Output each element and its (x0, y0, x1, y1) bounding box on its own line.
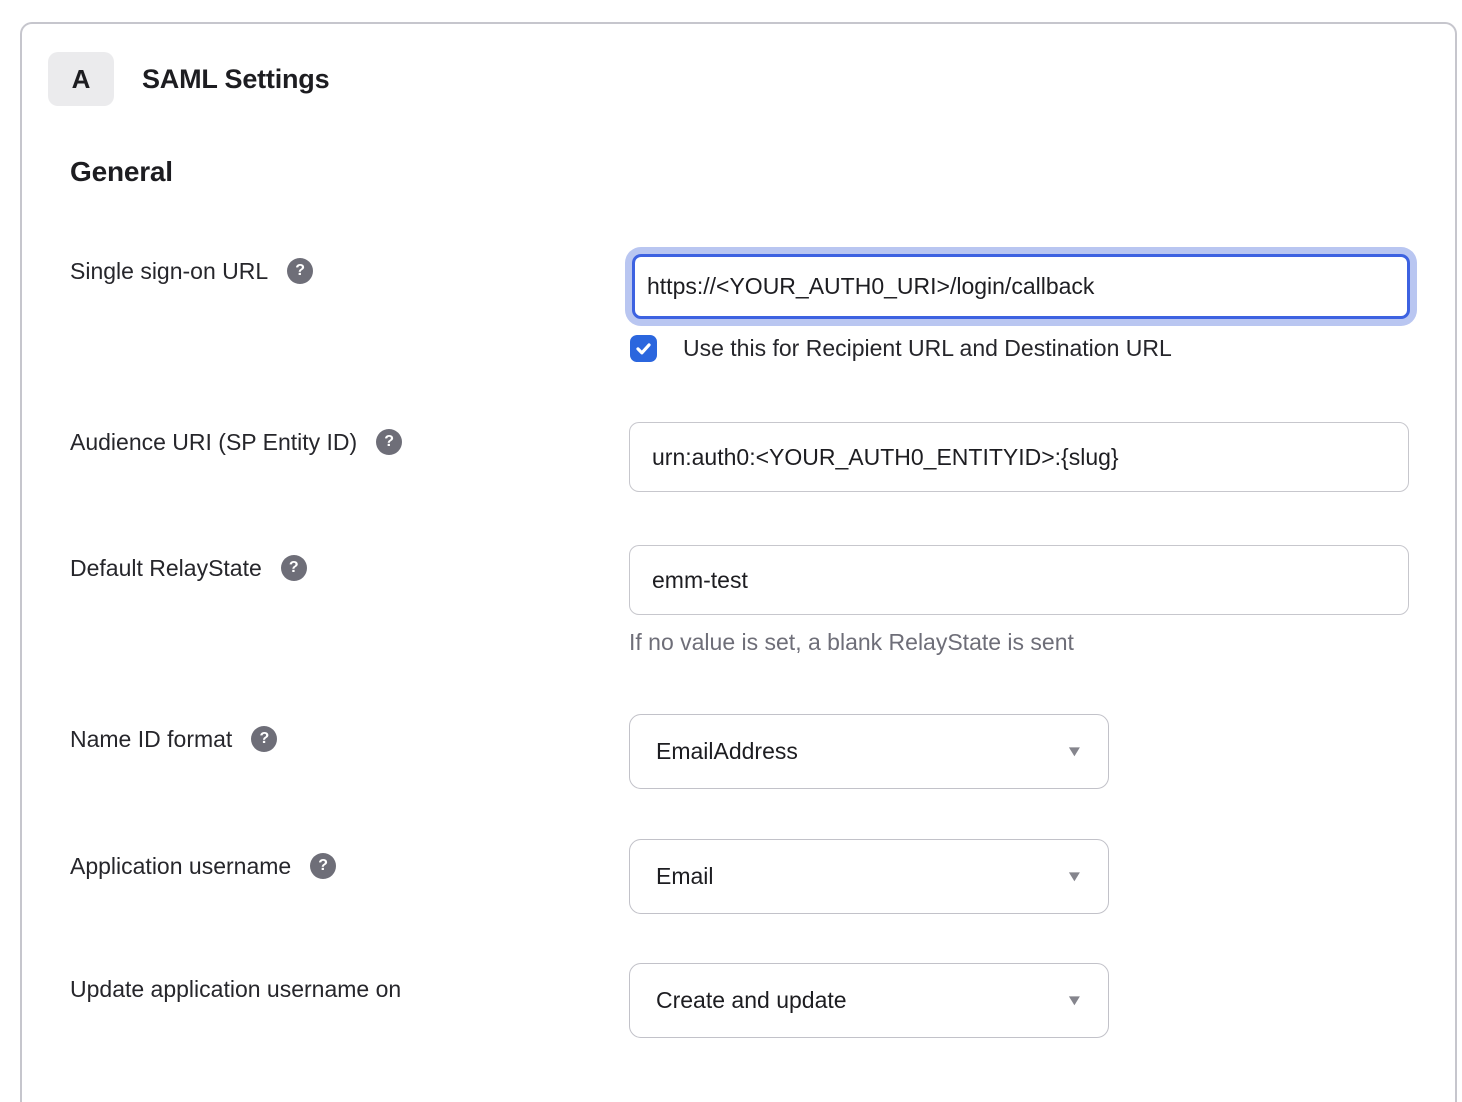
relaystate-hint-text: If no value is set, a blank RelayState i… (629, 629, 1074, 656)
single-sign-on-url-label: Single sign-on URL (70, 258, 268, 285)
checkmark-icon (634, 339, 653, 358)
application-username-dropdown[interactable]: Email ▼ (629, 839, 1109, 914)
recipient-url-checkbox-row: Use this for Recipient URL and Destinati… (630, 334, 1172, 362)
update-username-value: Create and update (656, 987, 847, 1014)
single-sign-on-url-label-row: Single sign-on URL ? (70, 256, 313, 286)
chevron-down-icon: ▼ (1065, 868, 1084, 885)
chevron-down-icon: ▼ (1065, 743, 1084, 760)
help-icon[interactable]: ? (281, 555, 307, 581)
application-username-label: Application username (70, 853, 291, 880)
audience-uri-input[interactable] (629, 422, 1409, 492)
help-icon[interactable]: ? (310, 853, 336, 879)
default-relaystate-input[interactable] (629, 545, 1409, 615)
update-username-label-row: Update application username on (70, 974, 401, 1004)
application-username-label-row: Application username ? (70, 851, 336, 881)
help-icon[interactable]: ? (287, 258, 313, 284)
single-sign-on-url-input[interactable] (632, 254, 1410, 319)
name-id-format-value: EmailAddress (656, 738, 798, 765)
help-icon[interactable]: ? (251, 726, 277, 752)
section-letter-badge: A (48, 52, 114, 106)
name-id-format-label: Name ID format (70, 726, 232, 753)
default-relaystate-label: Default RelayState (70, 555, 262, 582)
audience-uri-label-row: Audience URI (SP Entity ID) ? (70, 427, 402, 457)
default-relaystate-label-row: Default RelayState ? (70, 553, 307, 583)
help-icon[interactable]: ? (376, 429, 402, 455)
saml-settings-card: A SAML Settings General Single sign-on U… (20, 22, 1457, 1102)
chevron-down-icon: ▼ (1065, 992, 1084, 1009)
name-id-format-dropdown[interactable]: EmailAddress ▼ (629, 714, 1109, 789)
recipient-url-checkbox-label: Use this for Recipient URL and Destinati… (683, 335, 1172, 362)
application-username-value: Email (656, 863, 714, 890)
update-username-label: Update application username on (70, 976, 401, 1003)
audience-uri-label: Audience URI (SP Entity ID) (70, 429, 357, 456)
recipient-url-checkbox[interactable] (630, 335, 657, 362)
general-section-heading: General (70, 156, 173, 188)
update-username-dropdown[interactable]: Create and update ▼ (629, 963, 1109, 1038)
name-id-format-label-row: Name ID format ? (70, 724, 277, 754)
page-title: SAML Settings (142, 52, 329, 106)
